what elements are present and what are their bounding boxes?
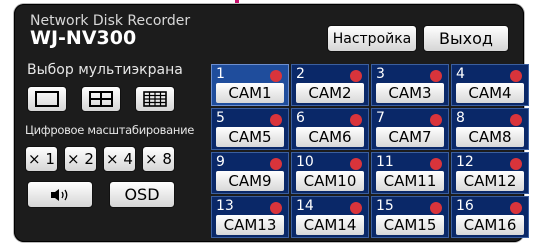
audio-button[interactable]	[27, 181, 93, 208]
camera-label: CAM2	[296, 83, 364, 103]
camera-number: 3	[376, 66, 385, 82]
camera-cell[interactable]: 1 CAM1	[211, 64, 289, 106]
layout-1-button[interactable]	[27, 86, 67, 112]
camera-number: 10	[296, 154, 314, 170]
recording-indicator-icon	[350, 202, 362, 214]
camera-label: CAM6	[296, 127, 364, 147]
camera-cell[interactable]: 12 CAM12	[451, 152, 529, 194]
zoom-x8-button[interactable]: × 8	[142, 146, 175, 172]
camera-number: 8	[456, 110, 465, 126]
camera-label: CAM5	[216, 127, 284, 147]
camera-cell[interactable]: 14 CAM14	[291, 196, 369, 238]
camera-number: 11	[376, 154, 394, 170]
camera-label: CAM10	[296, 171, 364, 191]
camera-label: CAM4	[456, 83, 524, 103]
camera-label: CAM13	[216, 215, 284, 235]
camera-number: 13	[216, 198, 234, 214]
layout-16-button[interactable]	[135, 86, 175, 112]
camera-cell[interactable]: 4 CAM4	[451, 64, 529, 106]
camera-grid: 1 CAM1 2 CAM2 3 CAM3 4 CAM4 5 CAM5 6 CAM6 7 CAM7 8 CAM8…	[211, 64, 529, 240]
camera-number: 5	[216, 110, 225, 126]
recording-indicator-icon	[270, 202, 282, 214]
camera-label: CAM8	[456, 127, 524, 147]
camera-number: 15	[376, 198, 394, 214]
recording-indicator-icon	[270, 114, 282, 126]
camera-cell[interactable]: 8 CAM8	[451, 108, 529, 150]
recording-indicator-icon	[510, 202, 522, 214]
multiscreen-label: Выбор мультиэкрана	[27, 62, 183, 78]
camera-number: 1	[216, 66, 225, 82]
camera-number: 16	[456, 198, 474, 214]
camera-cell[interactable]: 6 CAM6	[291, 108, 369, 150]
recording-indicator-icon	[430, 158, 442, 170]
zoom-x4-button[interactable]: × 4	[103, 146, 136, 172]
camera-cell[interactable]: 9 CAM9	[211, 152, 289, 194]
camera-number: 12	[456, 154, 474, 170]
camera-label: CAM3	[376, 83, 444, 103]
camera-cell[interactable]: 16 CAM16	[451, 196, 529, 238]
camera-cell[interactable]: 10 CAM10	[291, 152, 369, 194]
camera-cell[interactable]: 5 CAM5	[211, 108, 289, 150]
camera-label: CAM15	[376, 215, 444, 235]
control-panel: Network Disk Recorder WJ-NV300 Настройка…	[14, 4, 529, 242]
camera-cell[interactable]: 15 CAM15	[371, 196, 449, 238]
recording-indicator-icon	[430, 202, 442, 214]
sixteen-screen-icon	[143, 91, 167, 107]
camera-number: 7	[376, 110, 385, 126]
recording-indicator-icon	[510, 70, 522, 82]
recording-indicator-icon	[430, 70, 442, 82]
camera-label: CAM11	[376, 171, 444, 191]
model-name: WJ-NV300	[30, 27, 137, 49]
camera-label: CAM1	[216, 83, 284, 103]
speaker-icon	[51, 188, 68, 201]
camera-label: CAM7	[376, 127, 444, 147]
layout-4-button[interactable]	[81, 86, 121, 112]
camera-cell[interactable]: 13 CAM13	[211, 196, 289, 238]
zoom-label: Цифровое масштабирование	[25, 123, 195, 137]
camera-number: 2	[296, 66, 305, 82]
recording-indicator-icon	[430, 114, 442, 126]
camera-number: 9	[216, 154, 225, 170]
camera-cell[interactable]: 7 CAM7	[371, 108, 449, 150]
zoom-x1-button[interactable]: × 1	[25, 146, 58, 172]
camera-label: CAM9	[216, 171, 284, 191]
osd-button[interactable]: OSD	[109, 181, 175, 208]
recording-indicator-icon	[510, 114, 522, 126]
camera-label: CAM14	[296, 215, 364, 235]
camera-label: CAM16	[456, 215, 524, 235]
camera-number: 4	[456, 66, 465, 82]
camera-label: CAM12	[456, 171, 524, 191]
recording-indicator-icon	[350, 114, 362, 126]
single-screen-icon	[35, 91, 59, 107]
recording-indicator-icon	[270, 70, 282, 82]
settings-button[interactable]: Настройка	[327, 25, 417, 52]
camera-cell[interactable]: 3 CAM3	[371, 64, 449, 106]
recording-indicator-icon	[350, 70, 362, 82]
camera-number: 14	[296, 198, 314, 214]
quad-screen-icon	[89, 91, 113, 107]
camera-cell[interactable]: 2 CAM2	[291, 64, 369, 106]
camera-cell[interactable]: 11 CAM11	[371, 152, 449, 194]
zoom-x2-button[interactable]: × 2	[64, 146, 97, 172]
recording-indicator-icon	[510, 158, 522, 170]
camera-number: 6	[296, 110, 305, 126]
recording-indicator-icon	[270, 158, 282, 170]
recording-indicator-icon	[350, 158, 362, 170]
exit-button[interactable]: Выход	[423, 25, 509, 52]
